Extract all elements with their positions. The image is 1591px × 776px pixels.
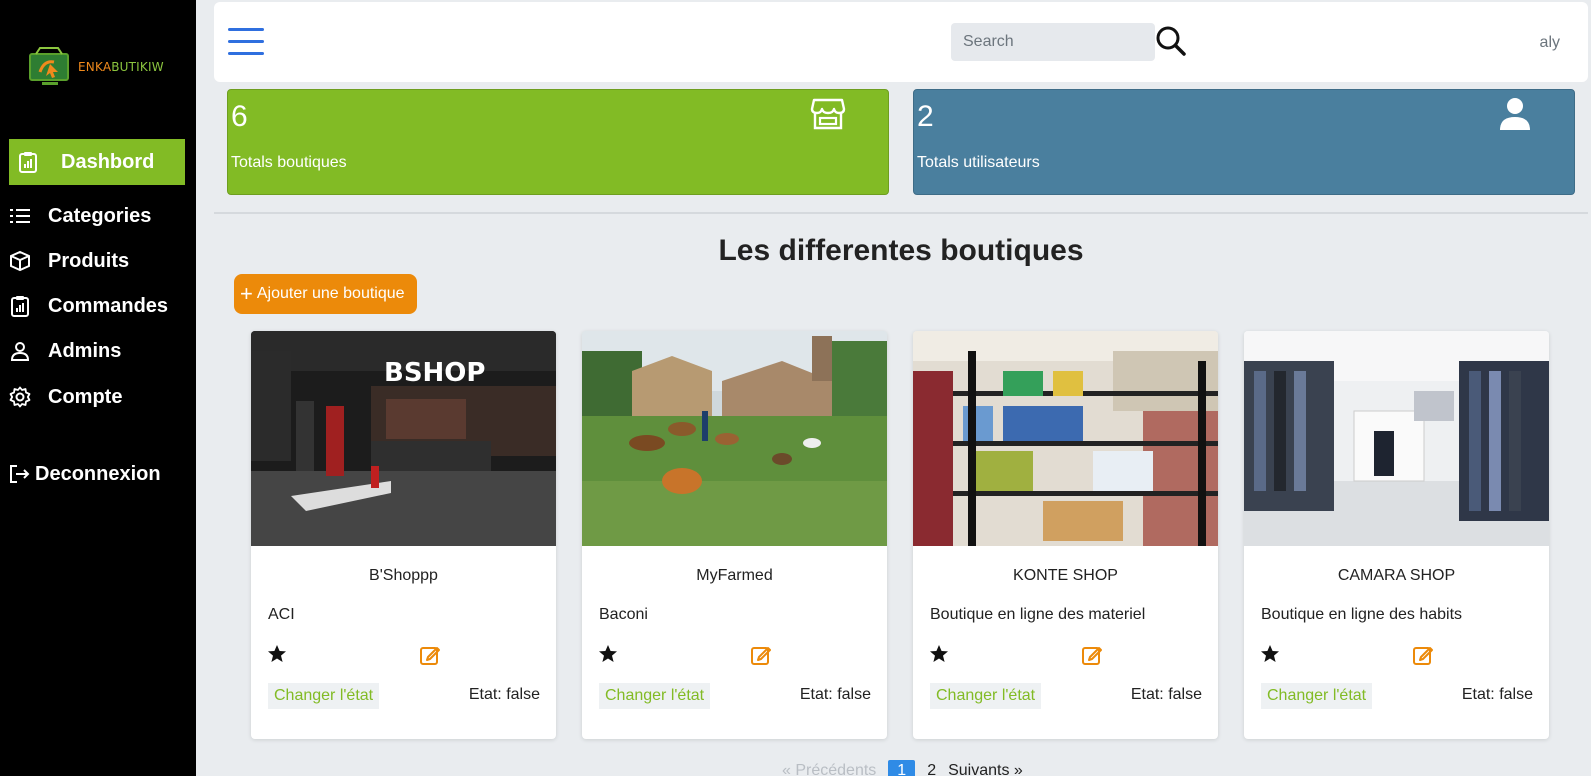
- shop-card: CAMARA SHOP Boutique en ligne des habits…: [1244, 331, 1549, 739]
- sidebar-item-dashbord[interactable]: Dashbord: [9, 139, 185, 185]
- add-shop-label: Ajouter une boutique: [256, 285, 405, 302]
- shop-name: MyFarmed: [696, 567, 773, 584]
- sidebar-item-label: Dashbord: [61, 150, 155, 173]
- edit-icon[interactable]: [1412, 644, 1434, 666]
- shop-card: MyFarmed Baconi Changer l'état Etat: fal…: [582, 331, 887, 739]
- logout-label: Deconnexion: [35, 462, 161, 485]
- sidebar-item-label: Compte: [48, 385, 123, 408]
- sidebar: ENKABUTIKIW Dashbord Categories Produits…: [0, 0, 196, 776]
- star-icon[interactable]: [267, 644, 287, 664]
- shop-photo: [582, 331, 887, 546]
- edit-icon[interactable]: [419, 644, 441, 666]
- stat-label: Totals utilisateurs: [917, 154, 1040, 171]
- brand-logo[interactable]: ENKABUTIKIW: [24, 46, 164, 88]
- list-icon: [9, 205, 31, 227]
- shop-name: KONTE SHOP: [1013, 567, 1118, 584]
- stat-value: 6: [231, 100, 248, 133]
- toggle-state-button[interactable]: Changer l'état: [930, 683, 1042, 709]
- search-icon[interactable]: [1154, 24, 1188, 58]
- stat-card-boutiques: 6 Totals boutiques: [227, 89, 889, 195]
- edit-icon[interactable]: [1081, 644, 1103, 666]
- shop-description: Boutique en ligne des materiel: [930, 606, 1146, 623]
- pagination-previous[interactable]: « Précédents: [782, 762, 876, 776]
- shopping-bag-logo-icon: [24, 46, 76, 88]
- user-name[interactable]: aly: [1540, 34, 1560, 52]
- page-title: Les differentes boutiques: [718, 234, 1084, 267]
- menu-toggle-icon[interactable]: [228, 28, 264, 58]
- clipboard-chart-icon: [9, 295, 31, 317]
- shop-description: Boutique en ligne des habits: [1261, 606, 1463, 623]
- topbar: aly: [214, 2, 1588, 82]
- sidebar-item-commandes[interactable]: Commandes: [0, 286, 196, 326]
- sidebar-item-produits[interactable]: Produits: [0, 241, 196, 281]
- pagination-page-2[interactable]: 2: [927, 762, 936, 776]
- sidebar-item-categories[interactable]: Categories: [0, 196, 196, 236]
- user-icon: [9, 340, 31, 362]
- divider: [214, 212, 1588, 214]
- brand-name-part2: BUTIKIW: [111, 60, 164, 74]
- sidebar-item-admins[interactable]: Admins: [0, 331, 196, 371]
- sidebar-item-label: Commandes: [48, 294, 169, 317]
- shop-state: Etat: false: [468, 686, 540, 703]
- sidebar-item-label: Produits: [48, 249, 130, 272]
- star-icon[interactable]: [1260, 644, 1280, 664]
- plus-icon: +: [240, 281, 253, 306]
- sidebar-item-label: Categories: [48, 204, 152, 227]
- pagination-next[interactable]: Suivants »: [948, 762, 1023, 776]
- shop-state: Etat: false: [1461, 686, 1533, 703]
- shop-card: BSHOP B'Shoppp ACI Changer l'état Etat: …: [251, 331, 556, 739]
- box-icon: [9, 250, 31, 272]
- clipboard-chart-icon: [17, 151, 39, 173]
- shop-description: Baconi: [599, 606, 648, 623]
- shop-photo: BSHOP: [251, 331, 556, 546]
- logout-button[interactable]: Deconnexion: [0, 454, 196, 494]
- star-icon[interactable]: [929, 644, 949, 664]
- user-icon: [1497, 96, 1533, 132]
- shop-state: Etat: false: [799, 686, 871, 703]
- star-icon[interactable]: [598, 644, 618, 664]
- logout-icon: [9, 463, 31, 485]
- shop-card: KONTE SHOP Boutique en ligne des materie…: [913, 331, 1218, 739]
- pagination: « Précédents 1 2 Suivants »: [782, 760, 1035, 776]
- shop-photo: [1244, 331, 1549, 546]
- shop-state: Etat: false: [1130, 686, 1202, 703]
- store-icon: [810, 96, 846, 132]
- toggle-state-button[interactable]: Changer l'état: [1261, 683, 1373, 709]
- shop-name: CAMARA SHOP: [1337, 567, 1456, 584]
- stat-value: 2: [917, 100, 934, 133]
- shop-photo: [913, 331, 1218, 546]
- shop-description: ACI: [268, 606, 295, 623]
- search-input[interactable]: [951, 23, 1155, 61]
- gear-icon: [9, 386, 31, 408]
- toggle-state-button[interactable]: Changer l'état: [268, 683, 380, 709]
- sidebar-item-compte[interactable]: Compte: [0, 377, 196, 417]
- stat-label: Totals boutiques: [231, 154, 347, 171]
- stat-card-utilisateurs: 2 Totals utilisateurs: [913, 89, 1575, 195]
- brand-name-part1: ENKA: [78, 60, 112, 74]
- add-shop-button[interactable]: + Ajouter une boutique: [234, 274, 417, 314]
- sidebar-item-label: Admins: [48, 339, 122, 362]
- svg-text:BSHOP: BSHOP: [384, 358, 485, 388]
- shop-name: B'Shoppp: [369, 567, 438, 584]
- toggle-state-button[interactable]: Changer l'état: [599, 683, 711, 709]
- brand-name: ENKABUTIKIW: [78, 60, 164, 74]
- edit-icon[interactable]: [750, 644, 772, 666]
- pagination-page-1[interactable]: 1: [888, 760, 916, 776]
